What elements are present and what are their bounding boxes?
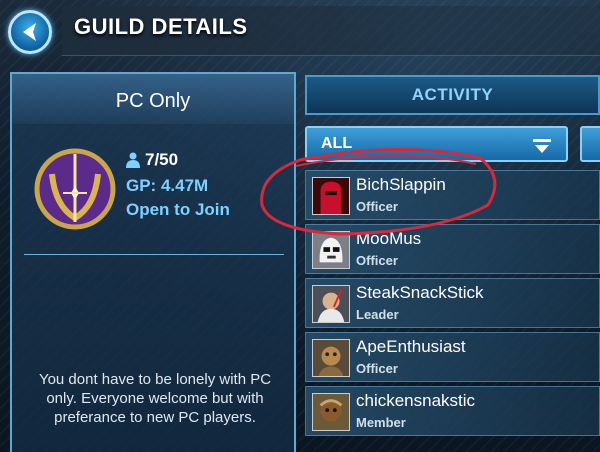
member-avatar	[312, 393, 350, 431]
member-name: ApeEnthusiast	[356, 337, 466, 356]
member-count-label: 7/50	[145, 150, 179, 169]
member-name: BichSlappin	[356, 175, 446, 194]
member-row[interactable]: SteakSnackStick Leader	[305, 278, 600, 328]
member-role: Leader	[356, 307, 399, 322]
dropdown-arrow-icon	[533, 139, 551, 153]
stormtrooper-avatar-icon	[313, 232, 349, 268]
galactic-power: GP: 4.47M	[126, 176, 209, 195]
member-role: Officer	[356, 361, 398, 376]
fighter-avatar-icon	[313, 286, 349, 322]
person-icon	[126, 152, 140, 168]
join-status: Open to Join	[126, 200, 230, 219]
guild-name: PC Only	[115, 90, 191, 112]
filter-dropdown[interactable]: ALL	[305, 126, 568, 162]
guild-info-panel: PC Only 7/50 GP: 4.47M Open to Join You …	[10, 72, 296, 452]
member-role: Member	[356, 415, 406, 430]
member-name: MooMus	[356, 229, 422, 248]
member-role: Officer	[356, 253, 398, 268]
tab-activity[interactable]: ACTIVITY	[305, 75, 600, 115]
back-arrow-icon	[23, 23, 36, 41]
member-row[interactable]: MooMus Officer	[305, 224, 600, 274]
tab-activity-label: ACTIVITY	[411, 85, 494, 104]
alien-avatar-icon	[313, 340, 349, 376]
member-row[interactable]: BichSlappin Officer	[305, 170, 600, 220]
member-avatar	[312, 177, 350, 215]
member-count: 7/50	[126, 150, 178, 170]
guild-description: You dont have to be lonely with PC only.…	[38, 371, 272, 426]
panel-divider	[24, 254, 284, 255]
member-name: chickensnakstic	[356, 391, 476, 410]
member-row[interactable]: ApeEnthusiast Officer	[305, 332, 600, 382]
guild-emblem-icon	[34, 148, 116, 230]
member-row[interactable]: chickensnakstic Member	[305, 386, 600, 436]
member-avatar	[312, 285, 350, 323]
member-role: Officer	[356, 199, 398, 214]
sort-button[interactable]	[580, 126, 600, 162]
ewok-avatar-icon	[313, 394, 349, 430]
red-guard-avatar-icon	[313, 178, 349, 214]
member-avatar	[312, 231, 350, 269]
member-name: SteakSnackStick	[356, 283, 484, 302]
filter-label: ALL	[321, 135, 353, 152]
page-title: GUILD DETAILS	[74, 14, 248, 39]
back-button[interactable]	[8, 10, 52, 54]
member-avatar	[312, 339, 350, 377]
